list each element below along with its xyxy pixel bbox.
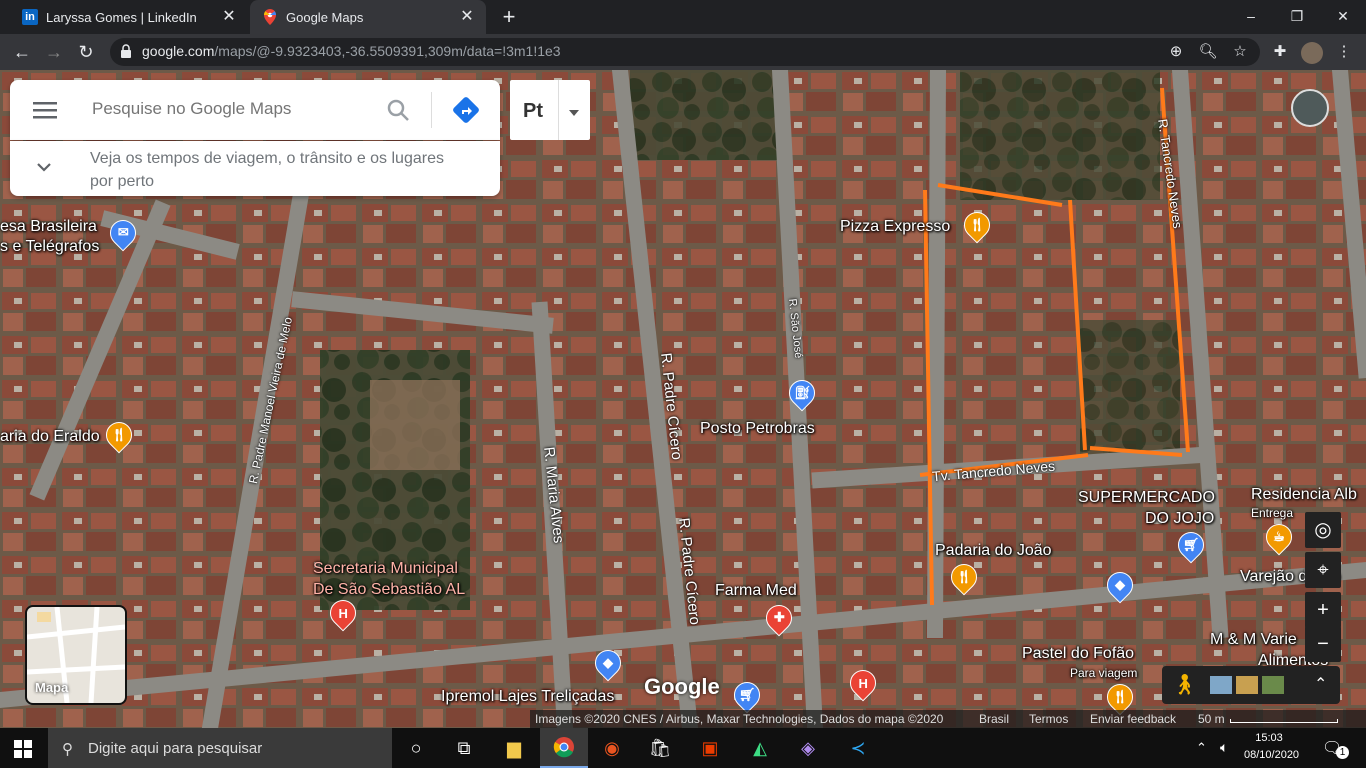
vscode-icon[interactable]: ≺ xyxy=(834,728,882,768)
tab-title: Laryssa Gomes | LinkedIn xyxy=(46,9,197,25)
clock-time: 15:03 xyxy=(1255,732,1283,744)
search-input[interactable] xyxy=(90,98,384,120)
url-host: google.com xyxy=(142,43,215,59)
task-view-icon[interactable]: ⧉ xyxy=(440,728,488,768)
zoom-icon[interactable]: 🔍︎ xyxy=(1198,43,1218,61)
lock-icon[interactable] xyxy=(120,44,134,60)
linkedin-icon: in xyxy=(22,9,38,25)
reload-icon[interactable]: ↻ xyxy=(74,40,98,64)
notification-count: 1 xyxy=(1336,746,1349,759)
place-label[interactable]: M & M Varie xyxy=(1210,631,1297,649)
url-path: /maps/@-9.9323403,-36.5509391,309m/data=… xyxy=(214,43,561,59)
ubuntu-icon[interactable]: ◉ xyxy=(588,728,636,768)
divider xyxy=(558,80,559,140)
place-label[interactable]: Posto Petrobras xyxy=(700,420,815,438)
back-icon[interactable]: ← xyxy=(10,40,34,64)
place-sublabel: Para viagem xyxy=(1070,666,1138,680)
terms-link[interactable]: Termos xyxy=(1029,710,1068,728)
volume-icon[interactable]: 🔈︎ xyxy=(1220,739,1228,756)
add-icon[interactable]: ⊕ xyxy=(1166,43,1186,61)
chevron-down-icon[interactable] xyxy=(36,160,54,178)
zoom-in-button[interactable]: + xyxy=(1305,592,1341,628)
clock-date: 08/10/2020 xyxy=(1244,749,1300,761)
cortana-icon[interactable]: ○ xyxy=(392,728,440,768)
place-label[interactable]: Pastel do Fofão xyxy=(1022,645,1134,663)
layer-label: Mapa xyxy=(35,680,69,695)
dropdown-arrow-icon[interactable] xyxy=(568,104,580,122)
attribution-bar: Imagens ©2020 CNES / Airbus, Maxar Techn… xyxy=(530,710,1366,728)
url-text[interactable]: google.com/maps/@-9.9323403,-36.5509391,… xyxy=(142,43,561,59)
office-icon[interactable]: ▣ xyxy=(686,728,734,768)
directions-icon[interactable] xyxy=(452,96,480,124)
expand-up-icon[interactable]: ⌃ xyxy=(1314,674,1327,694)
travel-prompt[interactable]: Veja os tempos de viagem, o trânsito e o… xyxy=(90,147,470,193)
extensions-icon[interactable]: ✚ xyxy=(1270,43,1290,61)
file-explorer-icon[interactable]: ▆ xyxy=(490,728,538,768)
show-hidden-icons[interactable]: ⌃ xyxy=(1196,740,1207,756)
my-location-icon[interactable]: ⌖ xyxy=(1305,552,1341,588)
feedback-link[interactable]: Enviar feedback xyxy=(1090,710,1176,728)
taskbar-search-placeholder[interactable]: Digite aqui para pesquisar xyxy=(88,740,262,757)
minimize-button[interactable]: – xyxy=(1228,0,1274,32)
place-label[interactable]: esa Brasileira xyxy=(0,218,97,236)
chrome-icon[interactable] xyxy=(540,728,588,768)
taskbar-clock[interactable]: 15:03 08/10/2020 xyxy=(1244,730,1300,764)
zoom-out-button[interactable]: − xyxy=(1305,626,1341,662)
search-icon: ⚲ xyxy=(62,741,73,758)
scale-bar xyxy=(1230,719,1338,723)
google-logo: Google xyxy=(644,674,720,699)
place-label[interactable]: Farma Med xyxy=(715,582,797,600)
android-studio-icon[interactable]: ◭ xyxy=(736,728,784,768)
app-icon[interactable]: ◈ xyxy=(784,728,832,768)
scale-label[interactable]: 50 m xyxy=(1198,710,1225,728)
place-label[interactable]: Padaria do João xyxy=(935,542,1052,560)
place-label[interactable]: SUPERMERCADO xyxy=(1078,489,1215,507)
tab-linkedin[interactable]: in Laryssa Gomes | LinkedIn ✕ xyxy=(10,0,248,34)
imagery-thumb[interactable] xyxy=(1262,676,1284,694)
new-tab-button[interactable]: + xyxy=(496,4,522,30)
street-view-tray[interactable]: 🚶︎ ⌃ xyxy=(1162,666,1340,704)
tab-title: Google Maps xyxy=(286,9,364,25)
store-icon[interactable]: 🛍︎ xyxy=(636,728,684,768)
region-link[interactable]: Brasil xyxy=(979,710,1009,728)
profile-avatar[interactable] xyxy=(1301,42,1323,64)
bookmark-star-icon[interactable]: ☆ xyxy=(1230,43,1250,61)
close-tab-icon[interactable]: ✕ xyxy=(220,8,238,26)
place-label[interactable]: DO JOJO xyxy=(1145,510,1214,528)
language-selector[interactable]: Pt xyxy=(510,80,590,140)
hamburger-menu-icon[interactable] xyxy=(33,100,57,120)
google-maps-icon xyxy=(262,9,278,25)
account-avatar[interactable] xyxy=(1291,89,1329,127)
tab-google-maps[interactable]: Google Maps ✕ xyxy=(250,0,486,34)
place-label[interactable]: aria do Eraldo xyxy=(0,428,100,446)
place-label[interactable]: s e Telégrafos xyxy=(0,238,99,256)
place-label[interactable]: Residencia Alb xyxy=(1251,486,1357,504)
close-window-button[interactable]: ✕ xyxy=(1320,0,1366,32)
place-label[interactable]: Pizza Expresso xyxy=(840,218,950,236)
globe-icon[interactable]: ◎ xyxy=(1305,512,1341,548)
imagery-thumb[interactable] xyxy=(1236,676,1258,694)
windows-start-icon[interactable] xyxy=(14,740,32,758)
pegman-icon[interactable]: 🚶︎ xyxy=(1172,672,1197,697)
search-icon[interactable] xyxy=(386,98,412,124)
menu-dots-icon[interactable]: ⋮ xyxy=(1334,43,1354,61)
place-label[interactable]: Secretaria Municipal xyxy=(313,560,458,578)
map-layer-toggle[interactable]: Mapa xyxy=(25,605,127,705)
place-label[interactable]: De São Sebastião AL xyxy=(313,581,465,599)
language-label: Pt xyxy=(523,100,543,122)
divider xyxy=(431,92,432,128)
place-sublabel: Entrega xyxy=(1251,506,1294,520)
restore-button[interactable]: ❐ xyxy=(1274,0,1320,32)
place-label[interactable]: Ipremol Lajes Treliçadas xyxy=(441,688,614,706)
imagery-thumb[interactable] xyxy=(1210,676,1232,694)
attribution-text: Imagens ©2020 CNES / Airbus, Maxar Techn… xyxy=(535,712,944,726)
close-tab-icon[interactable]: ✕ xyxy=(458,8,476,26)
forward-icon[interactable]: → xyxy=(42,40,66,64)
